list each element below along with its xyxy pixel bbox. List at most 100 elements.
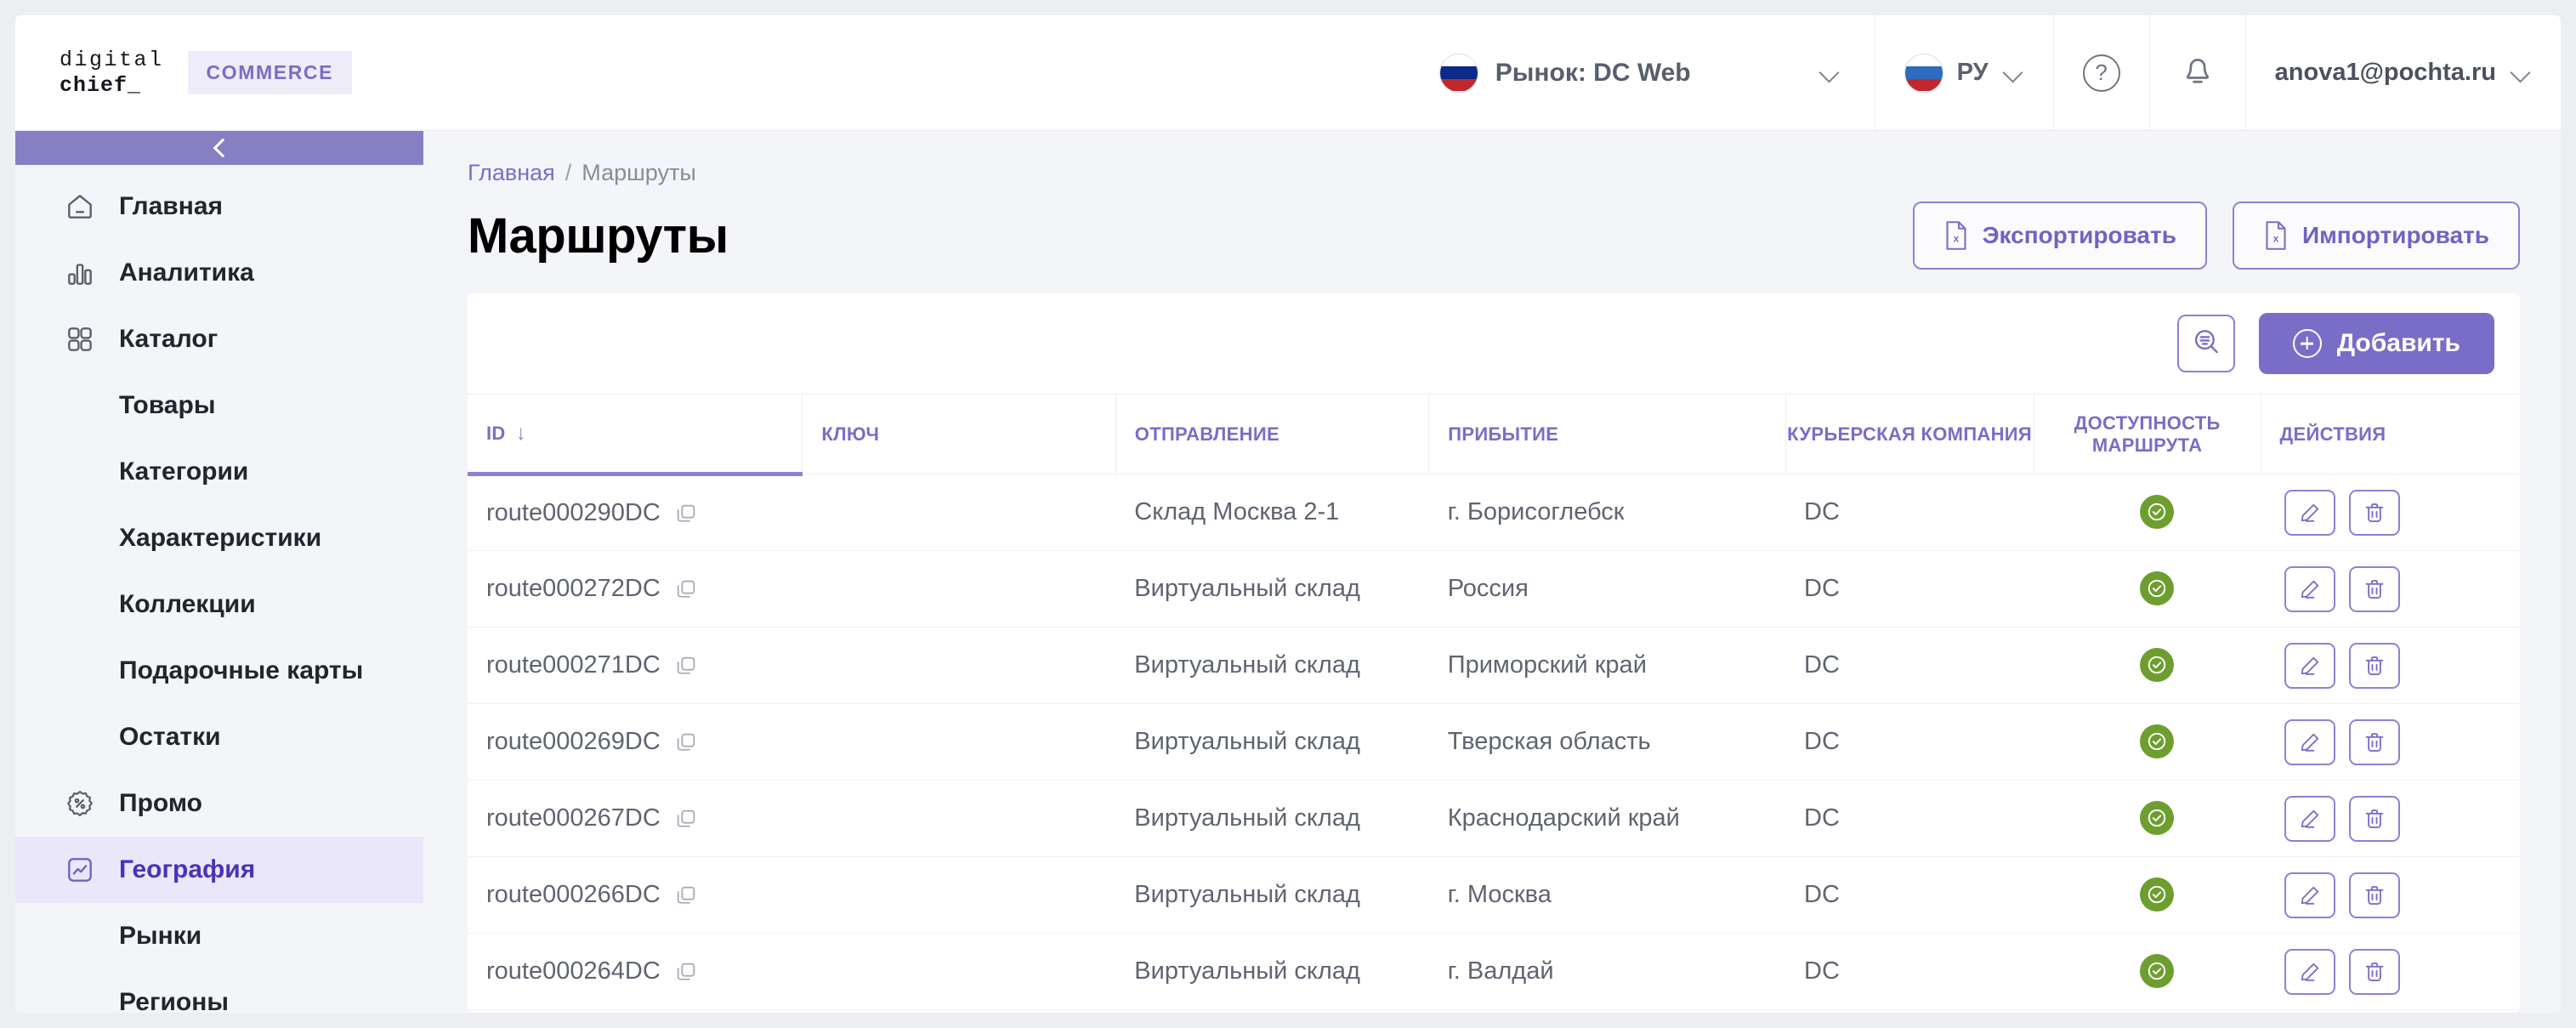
- column-label: КУРЬЕРСКАЯ КОМПАНИЯ: [1787, 423, 2033, 445]
- cell-actions: [2261, 627, 2520, 704]
- cell-arrival: г. Борисоглебск: [1428, 474, 1785, 551]
- table-row[interactable]: route000272DC Виртуальный склад Россия D…: [468, 550, 2520, 628]
- cell-arrival: Тверская область: [1428, 703, 1785, 781]
- cell-courier-company: DC: [1785, 550, 2034, 628]
- copy-icon[interactable]: [674, 502, 698, 525]
- cell-actions: [2261, 780, 2520, 857]
- delete-row-button[interactable]: [2349, 948, 2401, 995]
- catalog-icon: [63, 322, 97, 356]
- table-row[interactable]: route000267DC Виртуальный склад Краснода…: [468, 780, 2520, 857]
- breadcrumb: Главная / Маршруты: [468, 160, 2520, 186]
- table-row[interactable]: route000290DC Склад Москва 2-1 г. Борисо…: [468, 474, 2520, 551]
- user-menu[interactable]: anova1@pochta.ru: [2244, 15, 2561, 130]
- add-button[interactable]: Добавить: [2258, 313, 2494, 374]
- notifications-button[interactable]: [2148, 15, 2245, 130]
- route-id-value: route000290DC: [486, 499, 661, 526]
- cell-courier-company: DC: [1785, 933, 2034, 1010]
- column-header-arrival[interactable]: ПРИБЫТИЕ: [1428, 394, 1785, 474]
- export-button[interactable]: x Экспортировать: [1912, 202, 2207, 270]
- column-header-id[interactable]: ID ↓: [468, 394, 803, 476]
- cell-arrival: Россия: [1428, 550, 1785, 628]
- plus-circle-icon: [2292, 329, 2322, 358]
- chevron-down-icon: [1819, 62, 1841, 84]
- sidebar-item-home[interactable]: Главная: [15, 173, 423, 240]
- sort-desc-icon: ↓: [515, 421, 526, 445]
- delete-row-button[interactable]: [2349, 795, 2401, 842]
- cell-key: [802, 550, 1116, 628]
- cell-actions: [2261, 550, 2520, 628]
- route-id-value: route000272DC: [486, 575, 661, 602]
- edit-row-button[interactable]: [2284, 489, 2336, 536]
- delete-row-button[interactable]: [2349, 872, 2401, 918]
- sidebar-item-stock[interactable]: Остатки: [15, 704, 423, 770]
- table-row[interactable]: route000264DC Виртуальный склад г. Валда…: [468, 933, 2520, 1010]
- column-header-departure[interactable]: ОТПРАВЛЕНИЕ: [1115, 394, 1429, 474]
- main-content: Главная / Маршруты Маршруты x Экспортиро: [423, 131, 2561, 1013]
- edit-row-button[interactable]: [2284, 718, 2336, 765]
- copy-icon[interactable]: [674, 960, 698, 984]
- delete-row-button[interactable]: [2349, 565, 2401, 612]
- market-selector[interactable]: Рынок: DC Web: [1410, 15, 1875, 130]
- copy-icon[interactable]: [674, 654, 698, 678]
- brand-block[interactable]: digital chief_ COMMERCE: [15, 15, 406, 130]
- cell-id: route000264DC: [468, 933, 803, 1010]
- sidebar-item-products[interactable]: Товары: [15, 372, 423, 439]
- sidebar-item-regions[interactable]: Регионы: [15, 969, 423, 1013]
- sidebar: Главная Аналитика Каталог Товары Категор…: [15, 131, 423, 1013]
- column-header-route-availability[interactable]: ДОСТУПНОСТЬ МАРШРУТА: [2033, 394, 2261, 474]
- sidebar-item-collections[interactable]: Коллекции: [15, 571, 423, 638]
- help-button[interactable]: ?: [2052, 15, 2149, 130]
- table-row[interactable]: route000266DC Виртуальный склад г. Москв…: [468, 856, 2520, 934]
- help-icon: ?: [2082, 54, 2120, 92]
- svg-text:x: x: [1953, 233, 1959, 245]
- edit-row-button[interactable]: [2284, 642, 2336, 689]
- sidebar-item-categories[interactable]: Категории: [15, 439, 423, 505]
- copy-icon[interactable]: [674, 730, 698, 754]
- sidebar-item-markets[interactable]: Рынки: [15, 903, 423, 969]
- edit-row-button[interactable]: [2284, 872, 2336, 918]
- breadcrumb-home-link[interactable]: Главная: [468, 160, 555, 186]
- sidebar-item-gift-cards[interactable]: Подарочные карты: [15, 638, 423, 704]
- sidebar-item-label: Категории: [119, 457, 249, 486]
- copy-icon[interactable]: [674, 883, 698, 907]
- table-row[interactable]: route000271DC Виртуальный склад Приморск…: [468, 627, 2520, 704]
- cell-courier-company: DC: [1785, 780, 2034, 857]
- cell-route-availability: [2034, 856, 2261, 934]
- chevron-down-icon: [2510, 62, 2532, 84]
- edit-row-button[interactable]: [2284, 565, 2336, 612]
- table-head: ID ↓ КЛЮЧ ОТПРАВЛЕНИЕ ПРИБЫТИЕ КУРЬЕРСКА…: [468, 394, 2520, 476]
- edit-row-button[interactable]: [2284, 948, 2336, 995]
- sidebar-item-analytics[interactable]: Аналитика: [15, 240, 423, 306]
- language-selector[interactable]: РУ: [1874, 15, 2053, 130]
- column-header-actions: ДЕЙСТВИЯ: [2260, 394, 2520, 474]
- search-filter-button[interactable]: [2176, 315, 2235, 372]
- cell-id: route000267DC: [468, 780, 803, 857]
- cell-route-availability: [2034, 933, 2261, 1010]
- cell-actions: [2261, 474, 2520, 551]
- delete-row-button[interactable]: [2349, 642, 2401, 689]
- sidebar-item-promo[interactable]: Промо: [15, 770, 423, 837]
- breadcrumb-separator: /: [565, 160, 572, 185]
- column-header-courier-company[interactable]: КУРЬЕРСКАЯ КОМПАНИЯ: [1784, 394, 2034, 474]
- sidebar-item-label: Коллекции: [119, 590, 256, 618]
- import-button[interactable]: x Импортировать: [2232, 202, 2520, 270]
- sidebar-collapse-button[interactable]: [15, 131, 423, 165]
- sidebar-item-attributes[interactable]: Характеристики: [15, 505, 423, 571]
- table-row[interactable]: route000269DC Виртуальный склад Тверская…: [468, 703, 2520, 781]
- sidebar-item-catalog[interactable]: Каталог: [15, 306, 423, 372]
- brand-badge: COMMERCE: [187, 51, 353, 94]
- delete-row-button[interactable]: [2349, 718, 2401, 765]
- edit-row-button[interactable]: [2284, 795, 2336, 842]
- chevron-down-icon: [2002, 62, 2024, 84]
- sidebar-nav: Главная Аналитика Каталог Товары Категор…: [15, 165, 423, 1013]
- cell-arrival: Приморский край: [1428, 627, 1785, 704]
- delete-row-button[interactable]: [2349, 489, 2401, 536]
- geography-icon: [63, 853, 97, 887]
- cell-key: [802, 627, 1116, 704]
- route-id-value: route000266DC: [486, 881, 661, 908]
- sidebar-item-geography[interactable]: География: [15, 837, 423, 903]
- copy-icon[interactable]: [674, 577, 698, 601]
- sidebar-item-label: Рынки: [119, 922, 202, 950]
- copy-icon[interactable]: [674, 807, 698, 831]
- column-header-key[interactable]: КЛЮЧ: [802, 394, 1116, 474]
